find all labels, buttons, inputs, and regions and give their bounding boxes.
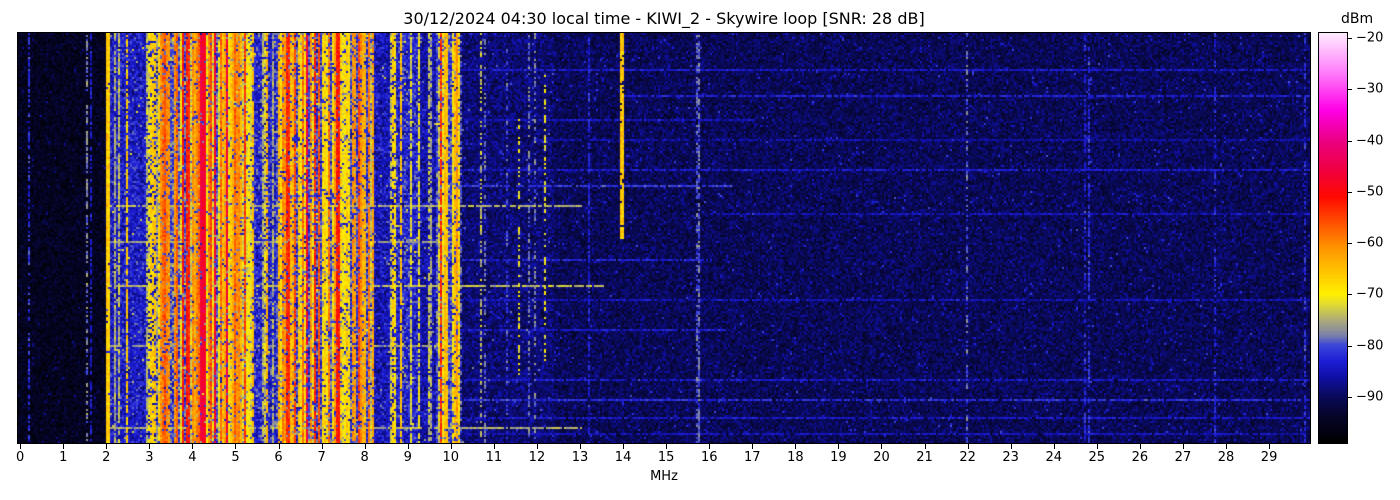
colorbar-tick-label: −70 <box>1356 286 1384 302</box>
x-tick-label: 19 <box>830 450 847 465</box>
x-tick <box>192 444 194 449</box>
x-tick-label: 10 <box>442 450 460 465</box>
x-tick-label: 27 <box>1174 450 1192 465</box>
x-tick <box>1096 444 1098 449</box>
x-tick <box>1139 444 1141 449</box>
colorbar-tick <box>1347 191 1352 193</box>
x-tick-label: 11 <box>485 450 503 465</box>
spectrogram-canvas <box>18 33 1310 443</box>
x-tick-label: 22 <box>959 450 976 465</box>
x-tick-label: 18 <box>787 450 804 465</box>
x-tick-label: 4 <box>188 450 197 465</box>
colorbar-tick-label: −60 <box>1356 235 1384 251</box>
x-tick <box>881 444 883 449</box>
colorbar-tick <box>1347 294 1352 296</box>
x-tick <box>924 444 926 449</box>
x-tick <box>967 444 969 449</box>
x-tick <box>795 444 797 449</box>
colorbar-tick-label: −20 <box>1356 30 1384 46</box>
x-tick-label: 25 <box>1088 450 1106 465</box>
x-tick <box>536 444 538 449</box>
colorbar-tick <box>1347 140 1352 142</box>
x-tick <box>235 444 237 449</box>
x-tick <box>321 444 323 449</box>
x-tick <box>666 444 668 449</box>
x-axis-label: MHz <box>650 469 678 484</box>
colorbar-tick-label: −40 <box>1356 133 1384 149</box>
x-tick-label: 13 <box>571 450 589 465</box>
x-tick-label: 24 <box>1045 450 1063 465</box>
x-tick <box>149 444 151 449</box>
colorbar-tick <box>1347 38 1352 40</box>
x-tick <box>623 444 625 449</box>
x-tick-label: 17 <box>744 450 761 465</box>
x-tick-label: 29 <box>1260 450 1278 465</box>
colorbar-tick <box>1347 345 1352 347</box>
x-tick-label: 0 <box>16 450 25 465</box>
colorbar-tick <box>1347 396 1352 398</box>
x-tick <box>63 444 65 449</box>
colorbar-tick-label: −50 <box>1356 184 1384 200</box>
colorbar-tick <box>1347 89 1352 91</box>
colorbar-tick-label: −90 <box>1356 389 1384 405</box>
waterfall-figure: 30/12/2024 04:30 local time - KIWI_2 - S… <box>0 0 1400 500</box>
x-tick-label: 16 <box>700 450 718 465</box>
x-tick-label: 3 <box>145 450 154 465</box>
colorbar-canvas <box>1319 33 1347 443</box>
x-tick-label: 12 <box>528 450 546 465</box>
x-tick <box>838 444 840 449</box>
x-tick <box>580 444 582 449</box>
x-tick-label: 21 <box>916 450 933 465</box>
spectrogram-plot-area <box>17 32 1311 444</box>
colorbar <box>1318 32 1348 444</box>
x-tick-label: 20 <box>873 450 890 465</box>
x-tick <box>752 444 754 449</box>
x-tick-label: 1 <box>59 450 68 465</box>
x-tick <box>450 444 452 449</box>
x-tick-label: 5 <box>231 450 240 465</box>
x-tick-label: 8 <box>360 450 369 465</box>
colorbar-tick-label: −80 <box>1356 338 1384 354</box>
x-tick-label: 15 <box>657 450 675 465</box>
x-tick-label: 9 <box>403 450 412 465</box>
x-tick-label: 6 <box>274 450 283 465</box>
x-tick-label: 14 <box>614 450 632 465</box>
x-tick <box>364 444 366 449</box>
x-tick <box>1053 444 1055 449</box>
x-tick-label: 2 <box>102 450 111 465</box>
x-tick <box>1010 444 1012 449</box>
x-tick-label: 26 <box>1131 450 1149 465</box>
x-tick <box>493 444 495 449</box>
x-tick <box>20 444 22 449</box>
x-tick <box>1182 444 1184 449</box>
x-tick <box>1226 444 1228 449</box>
x-tick <box>106 444 108 449</box>
x-tick <box>1269 444 1271 449</box>
x-tick <box>407 444 409 449</box>
colorbar-tick-label: −30 <box>1356 81 1384 97</box>
chart-title: 30/12/2024 04:30 local time - KIWI_2 - S… <box>403 9 925 28</box>
colorbar-tick <box>1347 243 1352 245</box>
x-tick-label: 23 <box>1002 450 1019 465</box>
x-tick-label: 7 <box>317 450 326 465</box>
x-tick <box>278 444 280 449</box>
x-tick-label: 28 <box>1217 450 1235 465</box>
colorbar-unit-label: dBm <box>1341 11 1374 27</box>
x-tick <box>709 444 711 449</box>
